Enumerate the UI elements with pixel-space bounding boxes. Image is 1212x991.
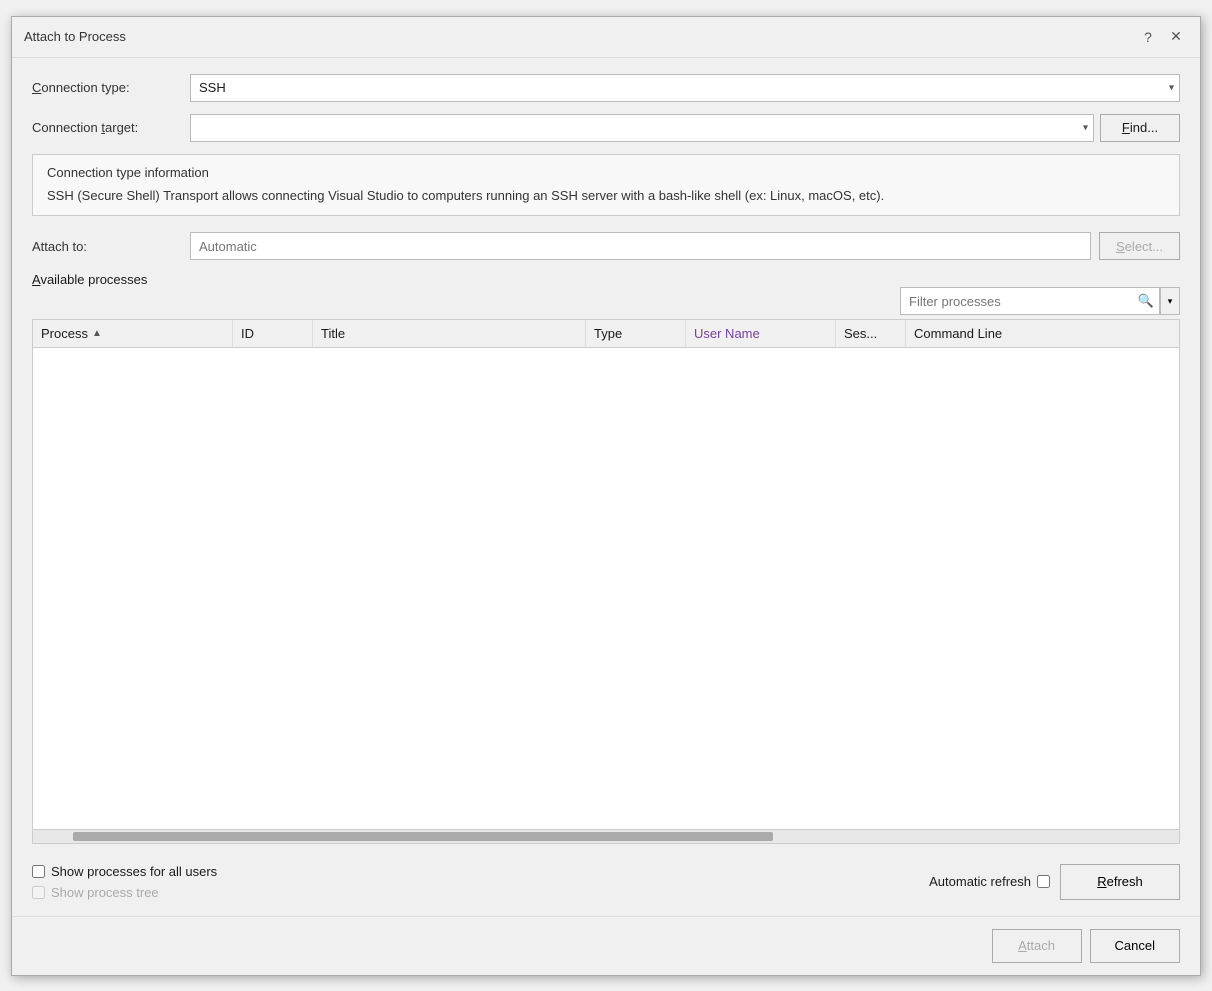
checkboxes-col: Show processes for all users Show proces… — [32, 864, 217, 900]
find-button[interactable]: Find... — [1100, 114, 1180, 142]
info-box-title: Connection type information — [47, 165, 1165, 180]
show-process-tree-row: Show process tree — [32, 885, 217, 900]
process-table: Process ▲ ID Title Type User Name — [32, 319, 1180, 844]
dialog-footer: Attach Cancel — [12, 916, 1200, 975]
attach-to-label: Attach to: — [32, 239, 182, 254]
refresh-controls: Automatic refresh Refresh — [929, 864, 1180, 900]
title-bar-controls: ? ✕ — [1136, 25, 1188, 49]
show-process-tree-label: Show process tree — [51, 885, 159, 900]
show-all-users-checkbox[interactable] — [32, 865, 45, 878]
attach-to-row: Attach to: Select... — [32, 232, 1180, 260]
connection-type-row: Connection type: SSH Default (Windows na… — [32, 74, 1180, 102]
attach-to-process-dialog: Attach to Process ? ✕ Connection type: S… — [11, 16, 1201, 976]
table-header: Process ▲ ID Title Type User Name — [33, 320, 1179, 348]
column-commandline-label: Command Line — [914, 326, 1002, 341]
attach-to-input[interactable] — [190, 232, 1091, 260]
connection-target-label: Connection target: — [32, 120, 182, 135]
auto-refresh-label[interactable]: Automatic refresh — [929, 874, 1050, 889]
auto-refresh-text: Automatic refresh — [929, 874, 1031, 889]
connection-type-select[interactable]: SSH Default (Windows native) Remote (Win… — [190, 74, 1180, 102]
column-process-label: Process — [41, 326, 88, 341]
column-header-id[interactable]: ID — [233, 320, 313, 347]
column-header-commandline[interactable]: Command Line — [906, 320, 1179, 347]
sort-ascending-icon: ▲ — [92, 328, 102, 339]
available-processes-section: Available processes 🔍 ▾ Process ▲ — [32, 272, 1180, 844]
column-username-label: User Name — [694, 326, 760, 341]
column-session-label: Ses... — [844, 326, 877, 341]
column-type-label: Type — [594, 326, 622, 341]
refresh-button[interactable]: Refresh — [1060, 864, 1180, 900]
column-header-title[interactable]: Title — [313, 320, 586, 347]
attach-button[interactable]: Attach — [992, 929, 1082, 963]
help-button[interactable]: ? — [1136, 25, 1160, 49]
column-header-type[interactable]: Type — [586, 320, 686, 347]
horizontal-scrollbar[interactable] — [33, 829, 1179, 843]
show-process-tree-checkbox[interactable] — [32, 886, 45, 899]
column-header-process[interactable]: Process ▲ — [33, 320, 233, 347]
cancel-button[interactable]: Cancel — [1090, 929, 1180, 963]
dialog-content: Connection type: SSH Default (Windows na… — [12, 58, 1200, 916]
connection-target-combo: demo@172.20.60.6 ▾ — [190, 114, 1094, 142]
select-button[interactable]: Select... — [1099, 232, 1180, 260]
connection-type-select-wrapper: SSH Default (Windows native) Remote (Win… — [190, 74, 1180, 102]
column-header-username[interactable]: User Name — [686, 320, 836, 347]
show-all-users-label: Show processes for all users — [51, 864, 217, 879]
auto-refresh-checkbox[interactable] — [1037, 875, 1050, 888]
show-all-users-row[interactable]: Show processes for all users — [32, 864, 217, 879]
connection-target-input[interactable]: demo@172.20.60.6 — [190, 114, 1094, 142]
column-header-session[interactable]: Ses... — [836, 320, 906, 347]
bottom-controls: Show processes for all users Show proces… — [32, 864, 1180, 900]
close-button[interactable]: ✕ — [1164, 25, 1188, 49]
table-body — [33, 348, 1179, 829]
info-box-text: SSH (Secure Shell) Transport allows conn… — [47, 186, 1165, 206]
connection-target-control: demo@172.20.60.6 ▾ Find... — [190, 114, 1180, 142]
info-box: Connection type information SSH (Secure … — [32, 154, 1180, 217]
title-bar: Attach to Process ? ✕ — [12, 17, 1200, 58]
filter-dropdown-button[interactable]: ▾ — [1160, 287, 1180, 315]
connection-type-label: Connection type: — [32, 80, 182, 95]
connection-type-control: SSH Default (Windows native) Remote (Win… — [190, 74, 1180, 102]
column-title-label: Title — [321, 326, 345, 341]
available-processes-label: Available processes — [32, 272, 1180, 287]
scrollbar-thumb — [73, 832, 773, 841]
filter-row: 🔍 ▾ — [32, 287, 1180, 315]
column-id-label: ID — [241, 326, 254, 341]
connection-target-row: Connection target: demo@172.20.60.6 ▾ Fi… — [32, 114, 1180, 142]
filter-processes-input[interactable] — [900, 287, 1160, 315]
dialog-title: Attach to Process — [24, 29, 126, 44]
filter-wrapper: 🔍 — [900, 287, 1160, 315]
